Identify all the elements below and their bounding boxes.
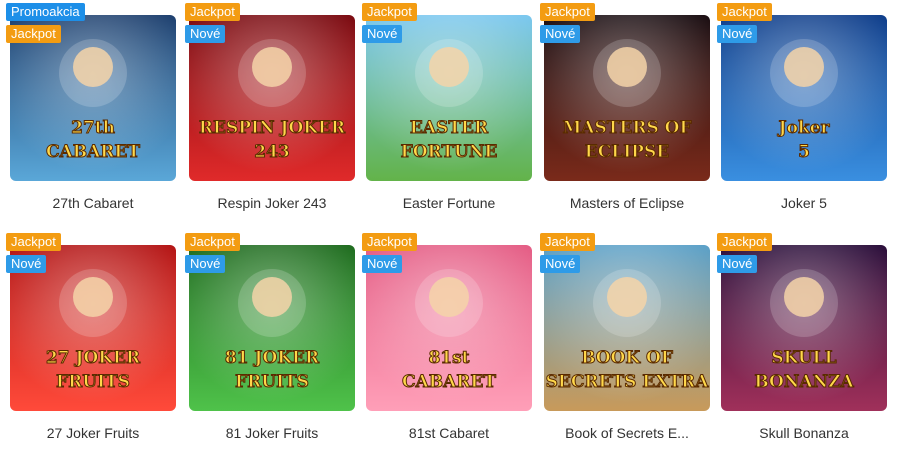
jackpot-badge: Jackpot: [717, 233, 772, 251]
new-badge: Nové: [540, 25, 581, 43]
new-badge: Nové: [540, 255, 581, 273]
game-title[interactable]: 81st Cabaret: [366, 425, 532, 441]
game-title[interactable]: Joker 5: [721, 195, 887, 211]
badge-stack: Jackpot Nové: [362, 233, 417, 273]
jackpot-badge: Jackpot: [362, 233, 417, 251]
new-badge: Nové: [185, 25, 226, 43]
jackpot-badge: Jackpot: [6, 233, 61, 251]
game-title[interactable]: 81 Joker Fruits: [189, 425, 355, 441]
badge-stack: Jackpot Nové: [185, 3, 240, 43]
new-badge: Nové: [362, 255, 403, 273]
jackpot-badge: Jackpot: [362, 3, 417, 21]
badge-stack: Jackpot Nové: [6, 233, 61, 273]
jackpot-badge: Jackpot: [717, 3, 772, 21]
badge-stack: Jackpot Nové: [540, 3, 595, 43]
promo-badge: Promoakcia: [6, 3, 85, 21]
badge-stack: Jackpot Nové: [540, 233, 595, 273]
game-title[interactable]: Respin Joker 243: [189, 195, 355, 211]
game-title[interactable]: Easter Fortune: [366, 195, 532, 211]
badge-stack: Jackpot Nové: [362, 3, 417, 43]
game-title[interactable]: Book of Secrets E...: [544, 425, 710, 441]
jackpot-badge: Jackpot: [540, 233, 595, 251]
game-title[interactable]: 27 Joker Fruits: [10, 425, 176, 441]
new-badge: Nové: [185, 255, 226, 273]
new-badge: Nové: [717, 255, 758, 273]
badge-stack: Jackpot Nové: [717, 3, 772, 43]
new-badge: Nové: [717, 25, 758, 43]
badge-stack: Promoakcia Jackpot: [6, 3, 85, 43]
new-badge: Nové: [6, 255, 47, 273]
jackpot-badge: Jackpot: [185, 3, 240, 21]
badge-stack: Jackpot Nové: [185, 233, 240, 273]
game-title[interactable]: Masters of Eclipse: [544, 195, 710, 211]
game-title[interactable]: 27th Cabaret: [10, 195, 176, 211]
badge-stack: Jackpot Nové: [717, 233, 772, 273]
game-title[interactable]: Skull Bonanza: [721, 425, 887, 441]
new-badge: Nové: [362, 25, 403, 43]
jackpot-badge: Jackpot: [6, 25, 61, 43]
jackpot-badge: Jackpot: [540, 3, 595, 21]
jackpot-badge: Jackpot: [185, 233, 240, 251]
